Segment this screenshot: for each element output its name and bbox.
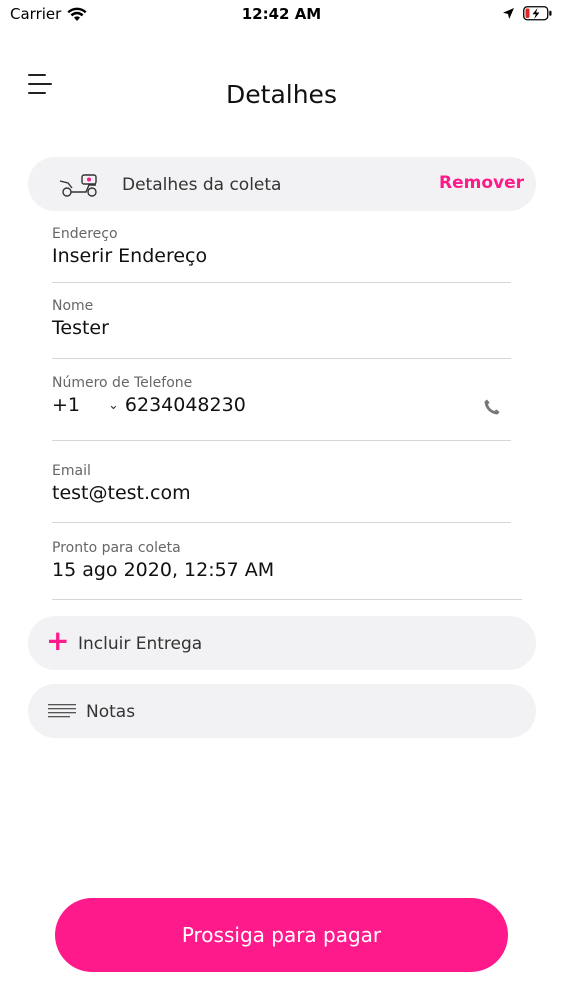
chevron-down-icon[interactable]: ⌄ [108,398,119,413]
notes-button[interactable]: Notas [28,684,536,738]
ready-for-pickup-label: Pronto para coleta [52,540,181,556]
battery-charging-icon [523,6,552,21]
phone-field[interactable]: Número de Telefone +1 ⌄ 6234048230 [52,375,511,441]
email-field[interactable]: Email test@test.com [52,463,511,523]
add-delivery-button[interactable]: + Incluir Entrega [28,616,536,670]
email-label: Email [52,463,91,479]
location-arrow-icon [503,8,514,19]
notes-lines-icon [48,704,76,718]
notes-label: Notas [86,702,136,722]
ready-for-pickup-field[interactable]: Pronto para coleta 15 ago 2020, 12:57 AM [52,540,522,600]
remove-button[interactable]: Remover [439,173,524,193]
name-field[interactable]: Nome Tester [52,298,511,359]
menu-line [28,74,46,76]
phone-label: Número de Telefone [52,375,193,391]
phone-number-input[interactable]: 6234048230 [125,394,246,416]
proceed-to-pay-button[interactable]: Prossiga para pagar [55,898,508,972]
address-label: Endereço [52,226,118,242]
page-title: Detalhes [226,80,337,109]
scooter-icon [59,174,97,197]
pickup-section-title: Detalhes da coleta [122,175,282,195]
phone-input-row: +1 ⌄ 6234048230 [52,394,511,416]
phone-icon[interactable] [483,398,501,416]
add-delivery-label: Incluir Entrega [78,634,203,654]
email-value[interactable]: test@test.com [52,482,511,504]
pickup-details-header: Detalhes da coleta Remover [28,157,536,211]
address-field[interactable]: Endereço Inserir Endereço [52,226,511,283]
status-indicators [502,6,553,21]
name-value[interactable]: Tester [52,317,511,339]
status-time: 12:42 AM [241,5,322,23]
name-label: Nome [52,298,94,314]
plus-icon: + [46,624,70,657]
ready-for-pickup-value[interactable]: 15 ago 2020, 12:57 AM [52,559,522,581]
status-bar: Carrier 12:42 AM [0,0,563,30]
country-code-select[interactable]: +1 [52,394,108,416]
address-value[interactable]: Inserir Endereço [52,245,511,267]
